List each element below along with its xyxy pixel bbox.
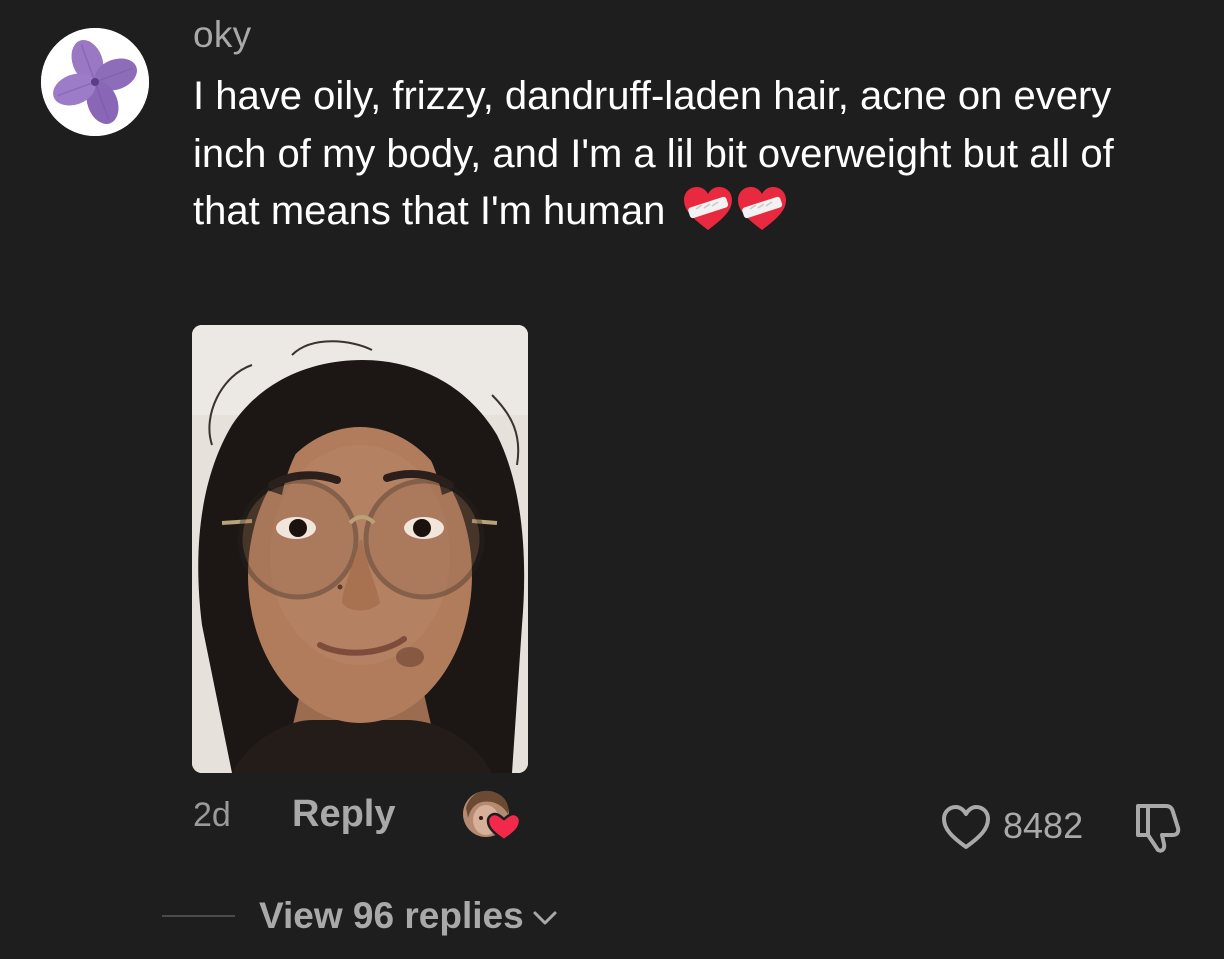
thumbs-down-icon bbox=[1136, 804, 1181, 853]
comment-body: I have oily, frizzy, dandruff-laden hair… bbox=[193, 68, 1173, 241]
replies-divider bbox=[162, 915, 235, 917]
creator-liked-badge bbox=[462, 790, 524, 842]
mending-heart-icon bbox=[736, 186, 788, 232]
purple-flower-icon bbox=[41, 28, 149, 136]
view-replies-button[interactable]: View 96 replies bbox=[259, 895, 558, 937]
heart-outline-icon bbox=[942, 805, 990, 849]
comment-text: I have oily, frizzy, dandruff-laden hair… bbox=[193, 74, 1114, 233]
mending-heart-icon bbox=[682, 186, 734, 232]
comment-screen: oky I have oily, frizzy, dandruff-laden … bbox=[0, 0, 1224, 959]
creator-avatar-heart-icon bbox=[463, 790, 522, 842]
comment-time: 2d bbox=[193, 796, 231, 834]
like-count: 8482 bbox=[1003, 805, 1084, 846]
comment-photo[interactable] bbox=[192, 325, 528, 773]
view-replies-label: View 96 replies bbox=[259, 895, 524, 936]
selfie-photo bbox=[192, 325, 528, 773]
like-button[interactable] bbox=[940, 803, 992, 851]
dislike-button[interactable] bbox=[1130, 800, 1184, 854]
avatar[interactable] bbox=[41, 28, 149, 136]
username[interactable]: oky bbox=[193, 14, 251, 56]
chevron-down-icon bbox=[533, 911, 557, 925]
reply-button[interactable]: Reply bbox=[292, 793, 395, 836]
